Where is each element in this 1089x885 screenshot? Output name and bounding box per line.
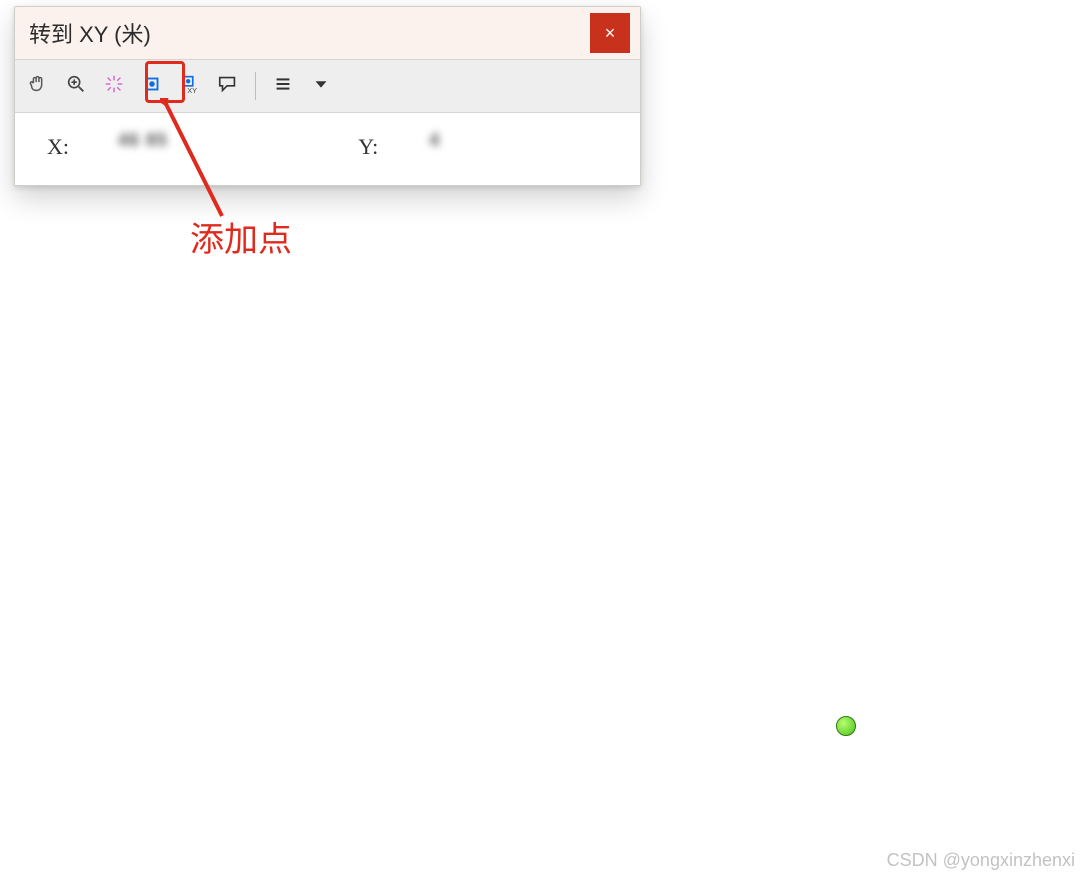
annotation-label: 添加点	[190, 212, 292, 261]
zoom-in-icon	[65, 73, 87, 100]
x-input[interactable]: 46 85	[111, 127, 309, 167]
add-labeled-point-icon: XY	[179, 73, 201, 100]
goto-xy-dialog: 转到 XY (米) ×	[14, 6, 641, 186]
y-label: Y:	[358, 134, 406, 160]
callout-icon	[217, 73, 239, 100]
flash-button[interactable]	[99, 71, 129, 101]
pan-tool-button[interactable]	[23, 71, 53, 101]
dropdown-icon	[310, 73, 332, 100]
add-point-icon	[141, 73, 163, 100]
toolbar: XY	[15, 59, 640, 113]
coords-row: X: 46 85 Y: 4	[15, 113, 640, 185]
x-value-blurred: 46 85	[118, 130, 168, 150]
svg-text:XY: XY	[187, 86, 197, 95]
x-label: X:	[47, 134, 95, 160]
dialog-title: 转到 XY (米)	[29, 17, 151, 49]
pan-icon	[27, 73, 49, 100]
y-value-blurred: 4	[429, 130, 440, 150]
menu-icon	[272, 73, 294, 100]
zoom-in-button[interactable]	[61, 71, 91, 101]
map-point-marker	[836, 716, 856, 736]
callout-button[interactable]	[213, 71, 243, 101]
dropdown-button[interactable]	[306, 71, 336, 101]
close-button[interactable]: ×	[590, 13, 630, 53]
watermark: CSDN @yongxinzhenxi	[887, 850, 1075, 871]
toolbar-separator	[255, 72, 256, 100]
close-icon: ×	[605, 23, 616, 44]
flash-icon	[103, 73, 125, 100]
add-point-button[interactable]	[137, 71, 167, 101]
y-input[interactable]: 4	[422, 127, 620, 167]
add-labeled-point-button[interactable]: XY	[175, 71, 205, 101]
titlebar: 转到 XY (米) ×	[15, 7, 640, 59]
menu-button[interactable]	[268, 71, 298, 101]
